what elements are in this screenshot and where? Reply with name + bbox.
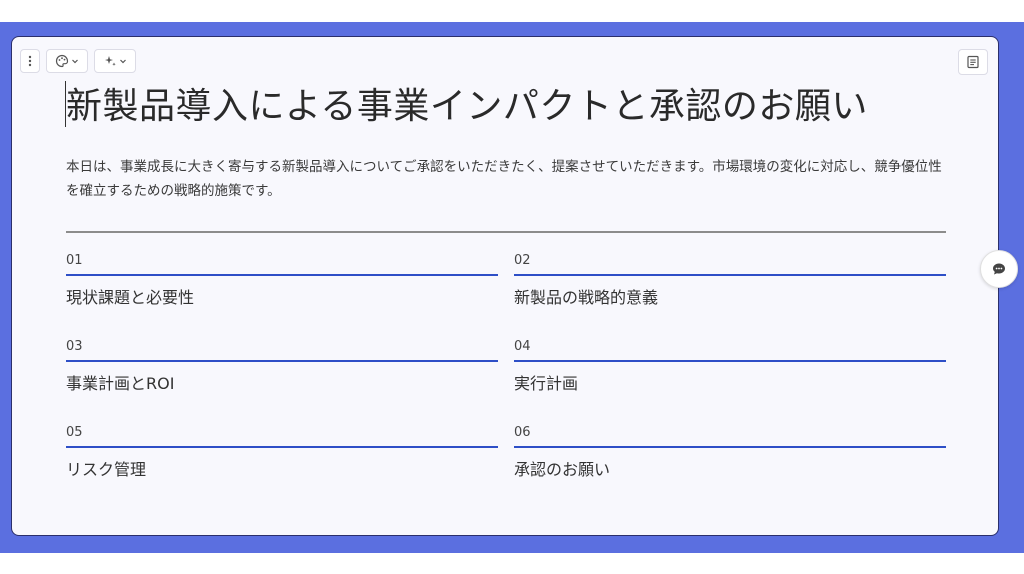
palette-icon [55,54,69,68]
slide-title[interactable]: 新製品導入による事業インパクトと承認のお願い [66,77,868,129]
slide-toolbar [20,49,136,73]
agenda-underline [66,360,498,362]
agenda-number: 02 [514,253,531,268]
agenda-label: 事業計画とROI [66,374,175,393]
agenda-underline [66,446,498,448]
agenda-item[interactable]: 02 新製品の戦略的意義 [514,251,946,309]
agenda-item[interactable]: 03 事業計画とROI [66,337,498,395]
more-vertical-icon [28,55,32,67]
agenda-label: リスク管理 [66,460,147,479]
slide-intro[interactable]: 本日は、事業成長に大きく寄与する新製品導入についてご承認をいただきたく、提案させ… [66,155,946,203]
agenda-underline [66,274,498,276]
agenda-number: 04 [514,339,531,354]
agenda-number: 03 [66,339,83,354]
comment-icon [993,263,1005,275]
agenda-item[interactable]: 06 承認のお願い [514,423,946,481]
agenda-number: 01 [66,253,83,268]
agenda-item[interactable]: 04 実行計画 [514,337,946,395]
chevron-down-icon [72,59,78,64]
theme-button[interactable] [46,49,88,73]
comment-button[interactable] [980,250,1018,288]
agenda-label: 実行計画 [514,374,579,393]
agenda-label: 承認のお願い [514,460,611,479]
agenda-label: 現状課題と必要性 [66,288,195,307]
more-options-button[interactable] [20,49,40,73]
agenda-number: 06 [514,425,531,440]
ai-assist-button[interactable] [94,49,136,73]
section-divider [66,231,946,233]
agenda-item[interactable]: 05 リスク管理 [66,423,498,481]
agenda-underline [514,446,946,448]
agenda-number: 05 [66,425,83,440]
notes-icon [967,55,979,69]
agenda-underline [514,360,946,362]
slide-card[interactable]: 新製品導入による事業インパクトと承認のお願い 本日は、事業成長に大きく寄与する新… [11,36,999,536]
agenda-underline [514,274,946,276]
chevron-down-icon [120,59,126,64]
agenda-label: 新製品の戦略的意義 [514,288,659,307]
sparkle-icon [105,56,116,66]
speaker-notes-button[interactable] [958,49,988,75]
agenda-item[interactable]: 01 現状課題と必要性 [66,251,498,309]
